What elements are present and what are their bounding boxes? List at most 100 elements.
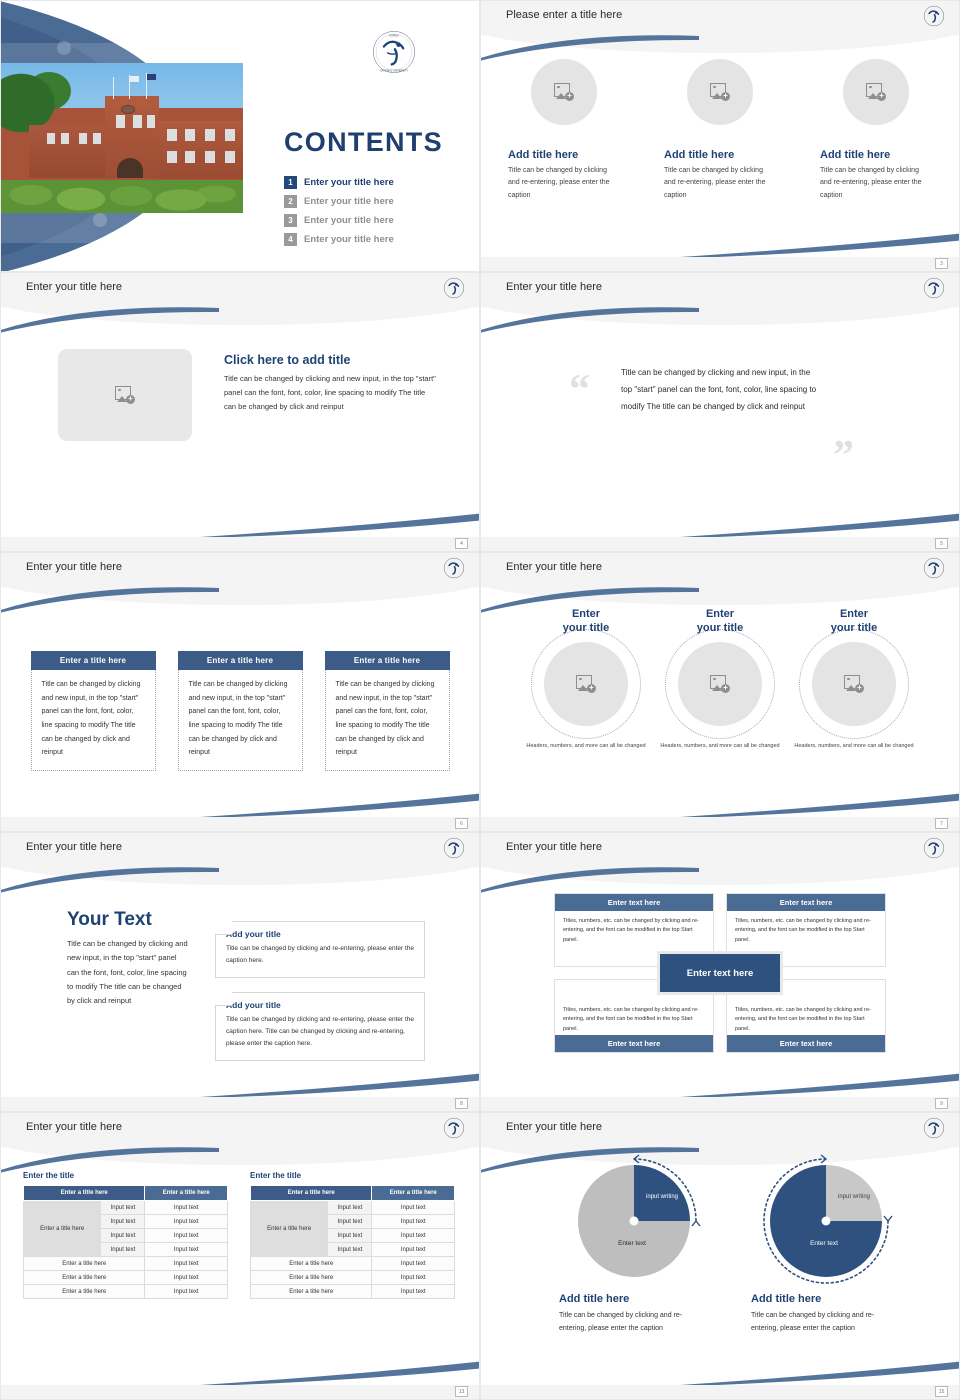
table-cell: Input text bbox=[327, 1242, 373, 1257]
contents-item-4[interactable]: 4 Enter your title here bbox=[284, 230, 394, 249]
image-placeholder[interactable]: + bbox=[843, 59, 909, 125]
university-emblem-icon bbox=[443, 837, 465, 859]
matrix-cell-bar: Enter text here bbox=[727, 894, 885, 911]
image-placeholder[interactable]: + bbox=[58, 349, 192, 441]
slide-body: Enter the title Enter a title here Enter… bbox=[1, 1147, 479, 1385]
image-placeholder-icon: + bbox=[576, 675, 596, 694]
slide-image-and-text: Enter your title here + Click here to ad… bbox=[0, 272, 480, 552]
table-header-cell: Enter a title here bbox=[22, 1185, 146, 1201]
feature-column: + Add title here Title can be changed by… bbox=[508, 59, 620, 202]
university-emblem-icon bbox=[923, 837, 945, 859]
table-cell: Input text bbox=[144, 1214, 228, 1229]
page-number: 7 bbox=[935, 818, 948, 829]
university-emblem-icon bbox=[923, 557, 945, 579]
circle-column: Enter your title + Headers, numbers, and… bbox=[659, 607, 781, 752]
page-title: CONTENTS bbox=[284, 127, 443, 157]
info-box-title: Add your title bbox=[226, 929, 281, 939]
dotted-ring: + bbox=[531, 629, 641, 740]
svg-text:KOREA: KOREA bbox=[389, 33, 399, 37]
slide-body: Enter text here Titles, numbers, etc. ca… bbox=[481, 867, 959, 1097]
table-caption: Enter the title bbox=[250, 1171, 302, 1180]
slide-title-text: Please enter a title here bbox=[506, 9, 623, 21]
image-placeholder[interactable]: + bbox=[544, 642, 628, 727]
title-dot-2 bbox=[153, 45, 166, 58]
table-cell: Input text bbox=[371, 1270, 455, 1285]
feature-column: + Add title here Title can be changed by… bbox=[820, 59, 932, 202]
table-cell: Input text bbox=[144, 1270, 228, 1285]
contents-list: 1 Enter your title here 2 Enter your tit… bbox=[284, 173, 394, 249]
column-card: Enter a title here Title can be changed … bbox=[324, 651, 450, 771]
contents-number: 1 bbox=[284, 176, 297, 189]
image-placeholder-icon: + bbox=[710, 83, 730, 101]
image-placeholder-icon: + bbox=[866, 83, 886, 101]
pie-chart-block: input writing Enter text Add title here … bbox=[751, 1154, 901, 1336]
table-cell: Input text bbox=[371, 1256, 455, 1271]
slide-body: Your Text Title can be changed by clicki… bbox=[1, 867, 479, 1097]
university-emblem-icon bbox=[923, 5, 945, 27]
table-cell: Input text bbox=[100, 1214, 146, 1229]
contents-item-3[interactable]: 3 Enter your title here bbox=[284, 211, 394, 230]
table-merged-label: Enter a title here bbox=[249, 1200, 329, 1257]
image-placeholder-icon: + bbox=[844, 675, 864, 694]
column-card: Enter a title here Title can be changed … bbox=[30, 651, 156, 771]
slide-footer bbox=[1, 537, 479, 551]
right-boxes: Add your title Title can be changed by c… bbox=[215, 909, 425, 1075]
slide-deck: KOREA NATIONAL UNIVERSITY CONTENTS 1 Ent… bbox=[0, 0, 960, 1400]
table-merged-label: Enter a title here bbox=[22, 1200, 102, 1257]
data-table: Enter a title here Enter a title here En… bbox=[249, 1185, 455, 1299]
slide-title-text: Enter your title here bbox=[506, 841, 602, 853]
dotted-ring: + bbox=[799, 629, 909, 740]
table-cell-label: Enter a title here bbox=[249, 1270, 373, 1285]
column-header: Enter a title here bbox=[324, 651, 450, 670]
page-number: 4 bbox=[455, 538, 468, 549]
matrix-cell-bar: Enter text here bbox=[555, 1035, 713, 1052]
contents-number: 4 bbox=[284, 233, 297, 246]
table-row: Enter a title here Input text Input text bbox=[22, 1200, 228, 1257]
contents-item-1[interactable]: 1 Enter your title here bbox=[284, 173, 394, 192]
image-placeholder[interactable]: + bbox=[812, 642, 896, 727]
title-dot-1 bbox=[57, 41, 71, 55]
table-cell-label: Enter a title here bbox=[22, 1284, 146, 1299]
pie-chart-block: input writing Enter text Add title here … bbox=[559, 1154, 709, 1336]
university-emblem-icon: KOREA NATIONAL UNIVERSITY bbox=[371, 29, 417, 75]
column-body: Title can be changed by clicking and new… bbox=[324, 670, 450, 771]
slide-body: + Click here to add title Title can be c… bbox=[1, 307, 479, 537]
table-cell: Input text bbox=[327, 1200, 373, 1215]
slide-footer bbox=[481, 1385, 959, 1399]
svg-text:NATIONAL UNIVERSITY: NATIONAL UNIVERSITY bbox=[380, 69, 408, 72]
slide-title-text: Enter your title here bbox=[506, 561, 602, 573]
table-cell: Input text bbox=[100, 1242, 146, 1257]
table-cell-label: Enter a title here bbox=[22, 1256, 146, 1271]
table-header-cell: Enter a title here bbox=[249, 1185, 373, 1201]
university-emblem-icon bbox=[923, 277, 945, 299]
matrix-cell-text: Titles, numbers, etc. can be changed by … bbox=[563, 918, 699, 943]
table-cell: Input text bbox=[144, 1256, 228, 1271]
title-band-bottom bbox=[1, 213, 171, 243]
image-placeholder[interactable]: + bbox=[678, 642, 762, 727]
circle-caption: Headers, numbers, and more can all be ch… bbox=[660, 743, 780, 750]
contents-number: 2 bbox=[284, 195, 297, 208]
pie-slice-label-large: Enter text bbox=[618, 1240, 646, 1247]
dotted-ring: + bbox=[665, 629, 775, 740]
info-box-title: Add your title bbox=[226, 1000, 281, 1011]
university-emblem-icon bbox=[923, 1117, 945, 1139]
table-caption: Enter the title bbox=[23, 1171, 75, 1180]
feature-desc: Title can be changed by clicking and re-… bbox=[664, 167, 766, 199]
circle-column: Enter your title + Headers, numbers, and… bbox=[793, 607, 915, 752]
matrix-cell-text: Titles, numbers, etc. can be changed by … bbox=[735, 918, 871, 943]
slide-title-text: Enter your title here bbox=[506, 281, 602, 293]
image-placeholder[interactable]: + bbox=[687, 59, 753, 125]
slide-body: Enter your title + Headers, numbers, and… bbox=[481, 587, 959, 817]
slide-title-text: Enter your title here bbox=[26, 841, 122, 853]
table-cell: Input text bbox=[144, 1228, 228, 1243]
pie-chart-1: input writing Enter text bbox=[576, 1154, 701, 1279]
feature-title: Add title here bbox=[508, 149, 579, 161]
pie-slice-label-large: Enter text bbox=[810, 1240, 838, 1247]
quote-close-icon: ” bbox=[833, 433, 854, 479]
pie-title: Add title here bbox=[559, 1293, 630, 1305]
table-cell-label: Enter a title here bbox=[22, 1270, 146, 1285]
matrix-cell-bar: Enter text here bbox=[727, 1035, 885, 1052]
page-number: 6 bbox=[455, 818, 468, 829]
image-placeholder[interactable]: + bbox=[531, 59, 597, 125]
contents-item-2[interactable]: 2 Enter your title here bbox=[284, 192, 394, 211]
